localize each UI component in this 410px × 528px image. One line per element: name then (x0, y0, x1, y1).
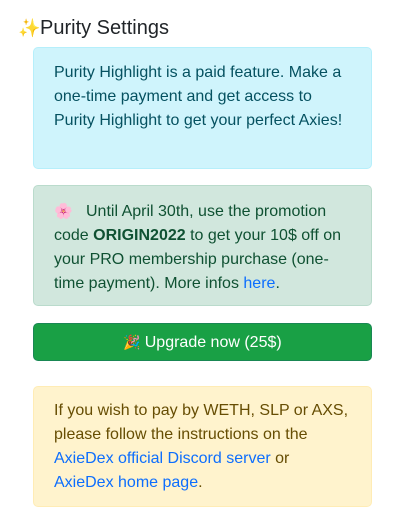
promotion-code: ORIGIN2022 (93, 227, 186, 244)
or-text: or (275, 450, 290, 467)
payment-instructions-alert: If you wish to pay by WETH, SLP or AXS, … (33, 386, 372, 507)
paid-feature-text: Purity Highlight is a paid feature. Make… (54, 64, 343, 129)
promotion-alert: 🌸 Until April 30th, use the promotion cod… (33, 185, 372, 306)
home-page-link[interactable]: AxieDex home page (54, 474, 198, 491)
paid-feature-alert: Purity Highlight is a paid feature. Make… (33, 47, 372, 169)
more-infos-link[interactable]: here (243, 275, 275, 292)
upgrade-now-button[interactable]: 🎉 Upgrade now (25$) (33, 323, 372, 361)
cherry-blossom-icon: 🌸 (54, 203, 73, 220)
page-title: ✨Purity Settings (18, 14, 169, 42)
payment-instructions-text: If you wish to pay by WETH, SLP or AXS, … (54, 402, 349, 443)
promotion-period: . (275, 275, 280, 292)
purity-settings-page: ✨Purity Settings Purity Highlight is a p… (0, 0, 410, 528)
party-popper-icon: 🎉 (123, 334, 141, 350)
sparkles-icon: ✨ (18, 18, 41, 38)
payment-period: . (198, 474, 203, 491)
page-title-text: Purity Settings (40, 17, 169, 39)
upgrade-button-label: Upgrade now (25$) (144, 334, 282, 351)
discord-server-link[interactable]: AxieDex official Discord server (54, 450, 271, 467)
